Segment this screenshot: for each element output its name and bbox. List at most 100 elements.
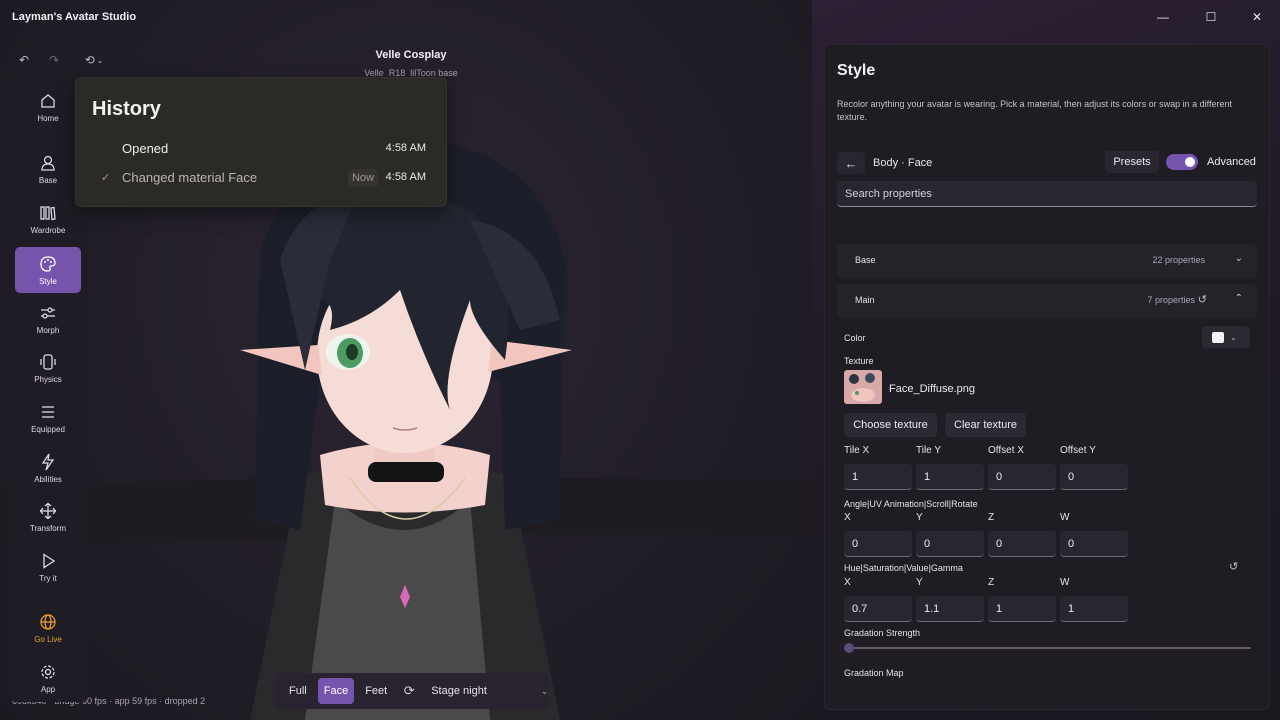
- lightning-icon: [41, 453, 55, 470]
- hsv-label: Hue|Saturation|Value|Gamma: [844, 563, 963, 573]
- history-entry-label: Changed material Face: [122, 170, 258, 185]
- reset-icon[interactable]: ↺: [1229, 560, 1238, 573]
- advanced-toggle[interactable]: [1166, 154, 1198, 170]
- close-icon[interactable]: ✕: [1247, 9, 1267, 25]
- choose-texture-button[interactable]: Choose texture: [844, 413, 937, 437]
- angle-z-label: Z: [988, 512, 995, 523]
- search-input[interactable]: [837, 181, 1257, 207]
- gear-icon: [41, 664, 55, 679]
- hsv-y-input[interactable]: 1.1: [916, 596, 984, 622]
- section-count: 7 properties: [1147, 295, 1195, 305]
- nav-label: Go Live: [34, 634, 62, 644]
- chevron-up-icon: ⌃: [1234, 293, 1243, 304]
- tile-x-input[interactable]: 1: [844, 464, 912, 490]
- tile-y-label: Tile Y: [916, 445, 942, 456]
- nav-label: Base: [38, 175, 58, 185]
- offset-x-label: Offset X: [988, 445, 1024, 456]
- nav-label: Transform: [29, 523, 67, 533]
- history-entry-time: 4:58 AM: [385, 142, 426, 154]
- play-icon: [43, 552, 56, 569]
- offset-y-input[interactable]: 0: [1060, 464, 1128, 490]
- view-mode-bar: Full Face Feet ⟳ Stage night ⌄: [275, 673, 549, 709]
- chevron-down-icon: ⌄: [1234, 253, 1243, 264]
- texture-filename: Face_Diffuse.png: [889, 383, 976, 395]
- history-entry[interactable]: Opened 4:58 AM: [76, 139, 448, 159]
- style-panel: Style Recolor anything your avatar is we…: [824, 44, 1270, 710]
- clear-texture-button[interactable]: Clear texture: [945, 413, 1026, 437]
- gradation-map-label: Gradation Map: [844, 668, 904, 678]
- history-title: History: [92, 98, 161, 120]
- angle-y-input[interactable]: 0: [916, 531, 984, 557]
- environment-label: Stage night: [431, 685, 487, 697]
- back-arrow-icon: ←: [844, 155, 858, 171]
- gradation-strength-slider[interactable]: [847, 647, 1251, 649]
- nav-morph[interactable]: Morph: [15, 296, 81, 342]
- texture-label: Texture: [844, 356, 874, 366]
- nav-transform[interactable]: Transform: [15, 494, 81, 540]
- person-icon: [41, 155, 55, 171]
- nav-physics[interactable]: Physics: [15, 345, 81, 391]
- nav-label: Morph: [36, 325, 60, 335]
- chevron-down-icon: ⌄: [1230, 332, 1237, 342]
- history-entry[interactable]: ✓ Changed material Face Now 4:58 AM: [76, 168, 448, 188]
- section-title: Main: [855, 295, 875, 305]
- now-badge: Now: [347, 169, 378, 187]
- mode-feet-button[interactable]: Feet: [359, 678, 393, 704]
- presets-button[interactable]: Presets: [1105, 151, 1159, 173]
- refresh-icon[interactable]: ⟳: [397, 683, 421, 699]
- nav-try-it[interactable]: Try it: [15, 544, 81, 590]
- hsv-w-input[interactable]: 1: [1060, 596, 1128, 622]
- panel-description: Recolor anything your avatar is wearing.…: [837, 99, 1233, 122]
- hsv-z-input[interactable]: 1: [988, 596, 1056, 622]
- angle-y-label: Y: [916, 512, 923, 523]
- mode-full-button[interactable]: Full: [283, 678, 313, 704]
- checkmark-icon: ✓: [101, 172, 111, 184]
- move-icon: [39, 502, 57, 519]
- angle-z-input[interactable]: 0: [988, 531, 1056, 557]
- tile-y-input[interactable]: 1: [916, 464, 984, 490]
- hsv-x-label: X: [844, 577, 851, 588]
- nav-wardrobe[interactable]: Wardrobe: [15, 196, 81, 242]
- history-entry-label: Opened: [122, 141, 169, 156]
- wardrobe-icon: [40, 205, 56, 220]
- angle-w-input[interactable]: 0: [1060, 531, 1128, 557]
- color-label: Color: [844, 333, 866, 343]
- minimize-icon[interactable]: —: [1153, 9, 1173, 25]
- globe-icon: [40, 613, 56, 630]
- environment-select[interactable]: Stage night ⌄: [431, 685, 548, 697]
- hsv-x-input[interactable]: 0.7: [844, 596, 912, 622]
- gradation-strength-label: Gradation Strength: [844, 628, 921, 638]
- palette-icon: [40, 255, 56, 272]
- color-picker-button[interactable]: ⌄: [1202, 326, 1250, 348]
- maximize-icon[interactable]: ☐: [1201, 9, 1221, 25]
- section-main[interactable]: Main 7 properties ↺ ⌃: [837, 284, 1257, 318]
- nav-base[interactable]: Base: [15, 146, 81, 192]
- offset-x-input[interactable]: 0: [988, 464, 1056, 490]
- angle-x-input[interactable]: 0: [844, 531, 912, 557]
- history-entry-time: 4:58 AM: [385, 171, 426, 183]
- scene-title: Velle Cosplay: [375, 49, 447, 61]
- nav-abilities[interactable]: Abilities: [15, 445, 81, 491]
- list-icon: [42, 405, 54, 418]
- nav-home[interactable]: Home: [15, 84, 81, 130]
- nav-style[interactable]: Style: [15, 247, 81, 293]
- nav-equipped[interactable]: Equipped: [15, 395, 81, 441]
- hsv-w-label: W: [1060, 577, 1070, 588]
- section-title: Base: [855, 255, 876, 265]
- angle-w-label: W: [1060, 512, 1070, 523]
- section-base[interactable]: Base 22 properties ⌄: [837, 244, 1257, 278]
- nav-label: Physics: [34, 374, 62, 384]
- color-swatch: [1212, 331, 1224, 343]
- nav-go-live[interactable]: Go Live: [15, 605, 81, 651]
- nav-app[interactable]: App: [15, 655, 81, 701]
- slider-handle[interactable]: [844, 643, 854, 653]
- reset-icon[interactable]: ↺: [1198, 293, 1207, 306]
- nav-label: Style: [39, 276, 57, 286]
- home-icon: [41, 93, 55, 108]
- app-title: Layman's Avatar Studio: [12, 11, 137, 23]
- advanced-label: Advanced: [1207, 156, 1256, 168]
- history-popup: History Opened 4:58 AM ✓ Changed materia…: [75, 77, 447, 207]
- mode-face-button[interactable]: Face: [317, 678, 355, 704]
- texture-thumbnail[interactable]: [844, 370, 882, 404]
- back-button[interactable]: ←: [837, 152, 865, 174]
